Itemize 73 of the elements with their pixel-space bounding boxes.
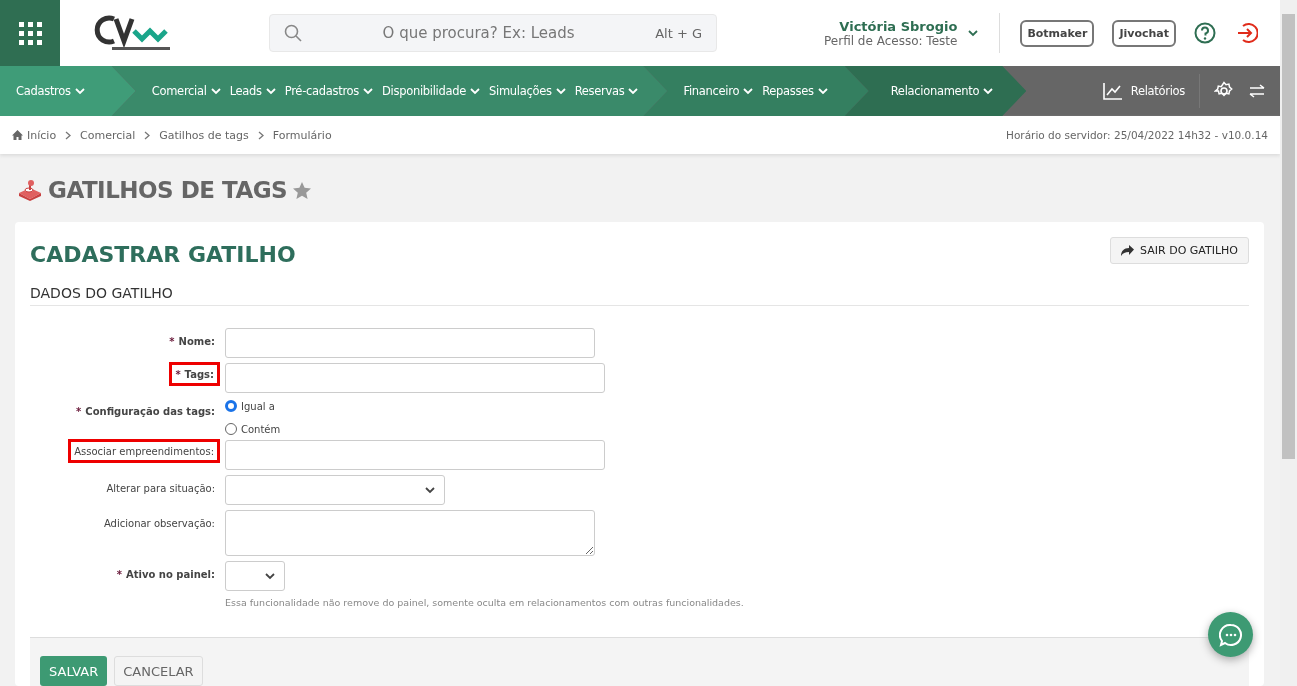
nav-menu-item[interactable]: Simulações — [489, 84, 567, 98]
nav-menu-item[interactable]: Repasses — [762, 84, 829, 98]
textarea-field[interactable] — [225, 510, 595, 556]
chevron-down-icon — [742, 86, 755, 96]
breadcrumb-link[interactable]: Gatilhos de tags — [159, 128, 249, 142]
save-button[interactable]: SALVAR — [40, 656, 108, 686]
chevron-down-icon — [424, 485, 436, 495]
chevron-down-icon — [362, 86, 374, 96]
search-field[interactable]: O que procura? Ex: Leads Alt + G — [269, 14, 717, 52]
field-label: * Configuração das tags: — [76, 405, 216, 417]
card-title: CADASTRAR GATILHO — [30, 242, 296, 267]
apps-menu-button[interactable] — [0, 0, 60, 66]
text-field[interactable] — [225, 440, 605, 470]
breadcrumb-link[interactable]: Comercial — [80, 128, 136, 142]
select-field[interactable] — [225, 561, 285, 591]
breadcrumb-link[interactable]: Início — [12, 128, 57, 142]
nav-menu-item[interactable]: Reservas — [574, 84, 640, 98]
chart-icon — [1102, 82, 1123, 100]
nav-menu-item[interactable]: Comercial — [151, 84, 222, 98]
chat-bubble-icon — [1218, 622, 1243, 647]
field-label: Adicionar observação: — [103, 517, 216, 529]
user-name: Victória Sbrogio — [838, 18, 958, 34]
swap-arrows-icon[interactable] — [1248, 84, 1266, 98]
nav-menu-item[interactable]: Disponibilidade — [382, 84, 481, 98]
nav-menu-item[interactable]: Financeiro — [683, 84, 755, 98]
exit-button[interactable]: SAIR DO GATILHO — [1110, 237, 1249, 264]
nav-menu-item[interactable]: Relacionamento — [890, 84, 995, 98]
help-icon[interactable] — [1194, 22, 1216, 44]
field-label: Associar empreendimentos: — [68, 439, 220, 463]
select-field[interactable] — [225, 475, 445, 505]
chevron-down-icon — [73, 86, 86, 96]
grid-icon — [18, 21, 42, 45]
server-time: Horário do servidor: 25/04/2022 14h32 - v10.0.14 — [1006, 129, 1268, 141]
chevron-down-icon — [982, 86, 995, 96]
joystick-icon — [18, 179, 42, 201]
search-icon — [284, 24, 302, 42]
chevron-down-icon — [469, 86, 481, 96]
field-label: * Tags: — [169, 362, 220, 386]
nav-menu-item[interactable]: Leads — [229, 84, 277, 98]
page-title: GATILHOS DE TAGS — [48, 177, 288, 203]
radio-option[interactable]: Contém — [225, 423, 281, 435]
search-input[interactable]: O que procura? Ex: Leads — [302, 23, 656, 43]
text-field[interactable] — [225, 328, 595, 358]
user-profile: Perfil de Acesso: Teste — [824, 33, 958, 48]
shortcut-hint: Alt + G — [655, 25, 702, 41]
chevron-down-icon — [627, 86, 640, 96]
logout-icon[interactable] — [1236, 22, 1258, 44]
star-icon[interactable] — [293, 181, 312, 199]
reports-link[interactable]: Relatórios — [1102, 82, 1185, 100]
chevron-right-icon — [65, 130, 72, 140]
section-title: DADOS DO GATILHO — [30, 267, 1249, 306]
nav-menu-item[interactable]: Pré-cadastros — [284, 84, 374, 98]
help-text: Essa funcionalidade não remove do painel, somente oculta em relacionamentos com outras funcionalidades. — [225, 597, 744, 608]
header-button[interactable]: Jivochat — [1112, 19, 1176, 47]
radio-option[interactable]: Igual a — [225, 400, 281, 412]
share-arrow-icon — [1121, 245, 1135, 256]
cancel-button[interactable]: CANCELAR — [114, 656, 203, 686]
field-label: * Ativo no painel: — [116, 568, 216, 580]
chevron-down-icon — [209, 86, 222, 96]
field-label: * Nome: — [169, 335, 216, 347]
chevron-down-icon — [264, 86, 277, 96]
home-icon — [12, 130, 23, 140]
chevron-right-icon — [257, 130, 264, 140]
field-label: Alterar para situação: — [106, 482, 216, 494]
chevron-down-icon — [816, 86, 829, 96]
chevron-right-icon — [144, 130, 151, 140]
breadcrumb-link[interactable]: Formulário — [272, 128, 332, 142]
chevron-down-icon[interactable] — [967, 28, 980, 38]
chevron-down-icon — [554, 86, 567, 96]
nav-menu-item[interactable]: Cadastros — [16, 84, 86, 98]
chevron-down-icon — [264, 571, 276, 581]
text-field[interactable] — [225, 363, 605, 393]
header-button[interactable]: Botmaker — [1020, 19, 1095, 47]
